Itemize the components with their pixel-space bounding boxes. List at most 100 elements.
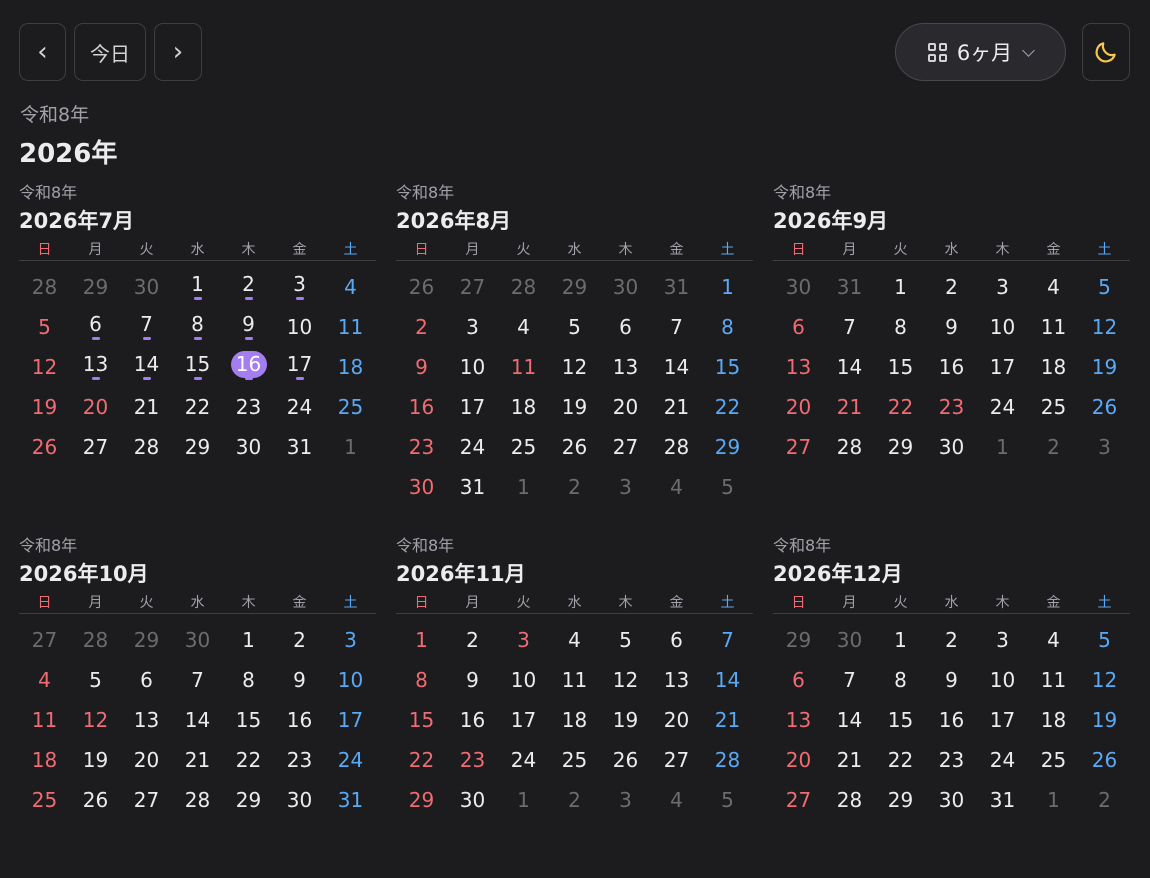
day-cell[interactable]: 17 [274,347,325,387]
day-cell[interactable]: 11 [549,660,600,700]
day-cell[interactable]: 22 [875,740,926,780]
day-cell[interactable]: 6 [70,307,121,347]
day-cell[interactable]: 27 [600,427,651,467]
day-cell[interactable]: 18 [549,700,600,740]
day-cell[interactable]: 19 [19,387,70,427]
day-cell[interactable]: 1 [977,427,1028,467]
day-cell[interactable]: 16 [396,387,447,427]
day-cell[interactable]: 1 [325,427,376,467]
day-cell[interactable]: 11 [498,347,549,387]
day-cell[interactable]: 13 [773,700,824,740]
day-cell[interactable]: 10 [498,660,549,700]
day-cell[interactable]: 19 [70,740,121,780]
day-cell[interactable]: 30 [274,780,325,820]
day-cell[interactable]: 1 [875,620,926,660]
day-cell[interactable]: 4 [498,307,549,347]
day-cell[interactable]: 27 [651,740,702,780]
day-cell[interactable]: 30 [824,620,875,660]
day-cell[interactable]: 8 [223,660,274,700]
day-cell[interactable]: 9 [396,347,447,387]
day-cell[interactable]: 29 [875,427,926,467]
day-cell[interactable]: 2 [549,780,600,820]
day-cell[interactable]: 18 [1028,700,1079,740]
day-cell[interactable]: 10 [447,347,498,387]
day-cell[interactable]: 26 [19,427,70,467]
day-cell[interactable]: 30 [926,780,977,820]
day-cell[interactable]: 16 [274,700,325,740]
day-cell[interactable]: 24 [325,740,376,780]
day-cell[interactable]: 6 [121,660,172,700]
day-cell[interactable]: 2 [447,620,498,660]
day-cell[interactable]: 18 [498,387,549,427]
day-cell[interactable]: 14 [824,347,875,387]
day-cell[interactable]: 14 [702,660,753,700]
day-cell[interactable]: 1 [396,620,447,660]
day-cell[interactable]: 4 [651,780,702,820]
day-cell[interactable]: 1 [1028,780,1079,820]
day-cell[interactable]: 31 [274,427,325,467]
day-cell[interactable]: 15 [875,347,926,387]
day-cell[interactable]: 25 [1028,740,1079,780]
day-cell[interactable]: 20 [121,740,172,780]
day-cell[interactable]: 24 [274,387,325,427]
day-cell[interactable]: 5 [1079,267,1130,307]
day-cell[interactable]: 25 [549,740,600,780]
day-cell[interactable]: 30 [396,467,447,507]
day-cell[interactable]: 18 [1028,347,1079,387]
day-cell[interactable]: 23 [926,740,977,780]
day-cell[interactable]: 7 [824,660,875,700]
day-cell[interactable]: 3 [600,780,651,820]
day-cell[interactable]: 7 [702,620,753,660]
day-cell[interactable]: 28 [19,267,70,307]
day-cell[interactable]: 2 [1028,427,1079,467]
view-mode-select[interactable]: 6ヶ月 [895,23,1066,81]
day-cell[interactable]: 5 [19,307,70,347]
day-cell[interactable]: 3 [977,620,1028,660]
day-cell[interactable]: 3 [447,307,498,347]
day-cell[interactable]: 30 [172,620,223,660]
day-cell[interactable]: 18 [325,347,376,387]
day-cell[interactable]: 29 [773,620,824,660]
day-cell[interactable]: 9 [926,307,977,347]
day-cell[interactable]: 26 [1079,387,1130,427]
day-cell[interactable]: 8 [875,307,926,347]
day-cell[interactable]: 21 [121,387,172,427]
day-cell[interactable]: 30 [223,427,274,467]
day-cell[interactable]: 11 [1028,307,1079,347]
day-cell[interactable]: 17 [325,700,376,740]
day-cell[interactable]: 23 [274,740,325,780]
day-cell[interactable]: 5 [702,780,753,820]
day-cell[interactable]: 8 [702,307,753,347]
day-cell[interactable]: 16 [926,347,977,387]
day-cell[interactable]: 22 [223,740,274,780]
day-cell[interactable]: 7 [172,660,223,700]
day-cell[interactable]: 28 [121,427,172,467]
day-cell[interactable]: 21 [172,740,223,780]
day-cell[interactable]: 11 [19,700,70,740]
day-cell[interactable]: 26 [549,427,600,467]
day-cell[interactable]: 29 [875,780,926,820]
day-cell[interactable]: 5 [70,660,121,700]
day-cell-today[interactable]: 16 [223,347,274,387]
day-cell[interactable]: 18 [19,740,70,780]
day-cell[interactable]: 5 [549,307,600,347]
day-cell[interactable]: 3 [325,620,376,660]
day-cell[interactable]: 12 [1079,660,1130,700]
day-cell[interactable]: 24 [498,740,549,780]
day-cell[interactable]: 11 [1028,660,1079,700]
day-cell[interactable]: 19 [549,387,600,427]
day-cell[interactable]: 10 [325,660,376,700]
day-cell[interactable]: 4 [549,620,600,660]
day-cell[interactable]: 13 [70,347,121,387]
day-cell[interactable]: 20 [651,700,702,740]
day-cell[interactable]: 19 [1079,700,1130,740]
day-cell[interactable]: 31 [325,780,376,820]
day-cell[interactable]: 4 [19,660,70,700]
day-cell[interactable]: 19 [1079,347,1130,387]
day-cell[interactable]: 2 [396,307,447,347]
day-cell[interactable]: 29 [396,780,447,820]
day-cell[interactable]: 26 [600,740,651,780]
day-cell[interactable]: 29 [702,427,753,467]
day-cell[interactable]: 26 [1079,740,1130,780]
day-cell[interactable]: 13 [773,347,824,387]
